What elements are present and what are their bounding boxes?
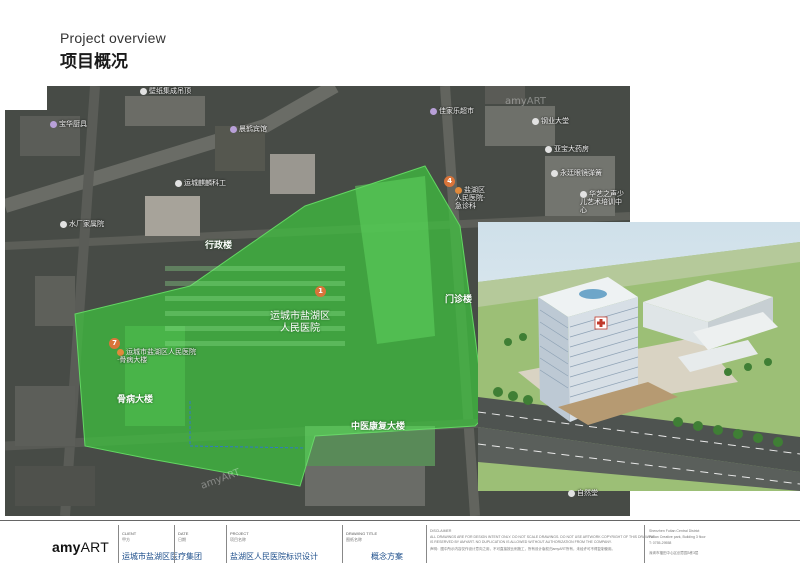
poi-water-plant-housing: 水厂家属院 bbox=[60, 219, 104, 229]
project-value: 盐湖区人民医院标识设计 bbox=[230, 552, 318, 561]
cell-disclaimer: DISCLAIMER ALL DRAWINGS ARE FOR DESIGN I… bbox=[426, 525, 655, 563]
poi-chenhe-hotel: 晨鹤宾馆 bbox=[230, 124, 267, 134]
poi-jiajiale-supermarket: 佳家乐超市 bbox=[430, 106, 474, 116]
drawing-title-value: 概念方案 bbox=[371, 552, 403, 561]
poi-qilin-kegong: 运城麒麟科工 bbox=[175, 178, 226, 188]
label-hospital-name: 运城市盐湖区 人民医院 bbox=[270, 311, 330, 334]
watermark: amyART bbox=[505, 96, 546, 107]
poi-natural-hall: 自然堂 bbox=[568, 488, 598, 498]
label-outpatient-building: 门诊楼 bbox=[445, 295, 473, 305]
map-pin-hospital: 1 bbox=[315, 286, 326, 297]
title-block: amyART CLIENT 甲方 运城市盐湖区医疗集团 DATE 日期 PROJ… bbox=[0, 520, 800, 567]
poi-baohua-kitchen: 宝华厨具 bbox=[50, 119, 87, 129]
cell-address: Shenzhen Futian Central District Futian … bbox=[644, 525, 795, 563]
label-tcm-building: 中医康复大楼 bbox=[351, 422, 406, 432]
poi-steel-hall: 钢业大堂 bbox=[532, 116, 569, 126]
amyart-logo: amyART bbox=[52, 539, 109, 555]
render-illustration bbox=[478, 222, 800, 491]
poi-orthopedic-building: 运城市盐湖区人民医院·骨病大楼 bbox=[117, 348, 196, 364]
title-chinese: 项目概况 bbox=[60, 52, 128, 72]
cell-project: PROJECT 项目名称 盐湖区人民医院标识设计 bbox=[226, 525, 343, 563]
title-english: Project overview bbox=[60, 30, 166, 46]
poi-huayi-training: 华艺之声少儿艺术培训中心 bbox=[580, 190, 624, 214]
map-pin-emergency: 4 bbox=[444, 176, 455, 187]
cell-client: CLIENT 甲方 运城市盐湖区医疗集团 bbox=[118, 525, 202, 563]
poi-yabao-pharmacy: 亚宝大药房 bbox=[545, 144, 589, 154]
map-corner-mask bbox=[5, 86, 47, 110]
page-header: Project overview 项目概况 bbox=[0, 0, 800, 86]
poi-wallpaper-ceiling: 壁纸集成吊顶 bbox=[140, 86, 191, 96]
label-orthopedic-building: 骨病大楼 bbox=[117, 395, 154, 405]
label-admin-building: 行政楼 bbox=[205, 241, 233, 251]
cell-drawing-title: DRAWING TITLE 图纸名称 概念方案 bbox=[342, 525, 427, 563]
map-pin-orthopedic: 7 bbox=[109, 338, 120, 349]
hospital-render bbox=[478, 222, 800, 491]
poi-yongting-glasses: 永廷眼镜弹簧 bbox=[551, 168, 602, 178]
cell-date: DATE 日期 bbox=[174, 525, 227, 563]
poi-emergency-dept: 盐湖区人民医院·急诊科 bbox=[455, 186, 486, 210]
